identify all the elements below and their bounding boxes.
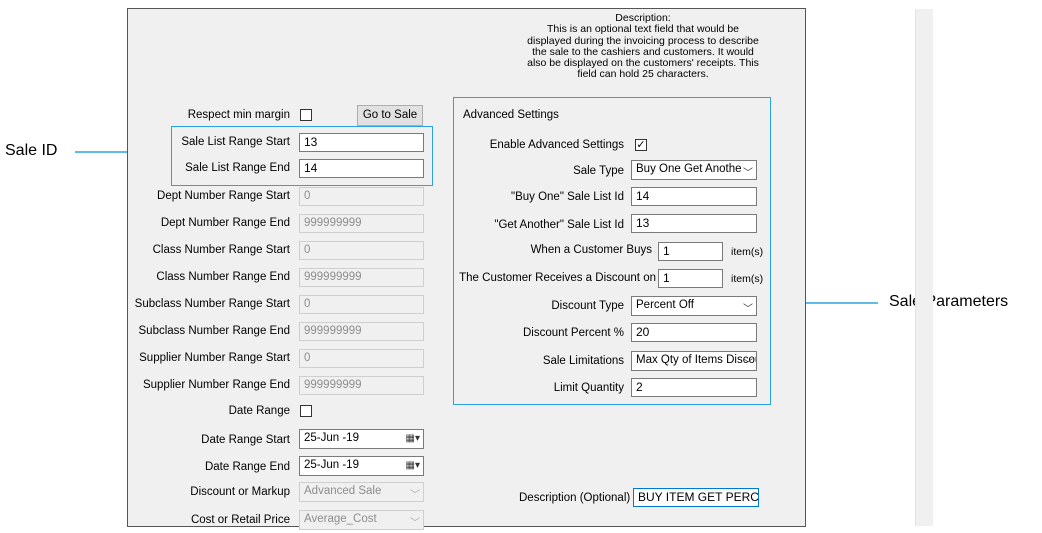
- sale-parameters-highlight: [453, 97, 771, 405]
- respect-min-margin-checkbox[interactable]: [300, 109, 312, 121]
- date-start-label: Date Range Start: [201, 434, 290, 446]
- subclass-start-input[interactable]: 0: [299, 295, 424, 314]
- supplier-end-input[interactable]: 999999999: [299, 376, 424, 395]
- description-input[interactable]: BUY ITEM GET PERCE: [633, 488, 759, 507]
- date-start-picker[interactable]: 25-Jun -19 ▦▾: [299, 429, 424, 449]
- class-start-label: Class Number Range Start: [152, 244, 290, 256]
- subclass-end-input[interactable]: 999999999: [299, 322, 424, 341]
- go-to-sale-button[interactable]: Go to Sale: [357, 105, 423, 126]
- date-end-picker[interactable]: 25-Jun -19 ▦▾: [299, 456, 424, 476]
- chevron-down-icon: ﹀: [410, 490, 420, 501]
- date-range-label: Date Range: [228, 405, 290, 417]
- callout-sale-parameters: Sale Parameters: [889, 293, 1009, 310]
- description-label: Description (Optional): [519, 492, 631, 504]
- dept-end-label: Dept Number Range End: [160, 217, 290, 229]
- sale-settings-panel: Description: This is an optional text fi…: [127, 8, 933, 530]
- cost-or-retail-select[interactable]: Average_Cost ﹀: [299, 510, 424, 530]
- supplier-end-label: Supplier Number Range End: [142, 379, 290, 391]
- class-end-input[interactable]: 999999999: [299, 268, 424, 287]
- supplier-start-label: Supplier Number Range Start: [139, 352, 290, 364]
- class-end-label: Class Number Range End: [156, 271, 290, 283]
- vertical-scrollbar[interactable]: [915, 9, 933, 526]
- date-end-label: Date Range End: [204, 461, 290, 473]
- subclass-start-label: Subclass Number Range Start: [134, 298, 290, 310]
- dept-start-label: Dept Number Range Start: [157, 190, 290, 202]
- cost-or-retail-label: Cost or Retail Price: [190, 514, 290, 526]
- supplier-start-input[interactable]: 0: [299, 349, 424, 368]
- calendar-dropdown-icon[interactable]: ▦▾: [406, 433, 420, 444]
- discount-or-markup-label: Discount or Markup: [190, 486, 290, 498]
- subclass-end-label: Subclass Number Range End: [138, 325, 291, 337]
- respect-min-margin-label: Respect min margin: [187, 109, 290, 121]
- chevron-down-icon: ﹀: [410, 518, 420, 529]
- sale-id-highlight: [171, 126, 433, 186]
- dept-end-input[interactable]: 999999999: [299, 214, 424, 233]
- calendar-dropdown-icon[interactable]: ▦▾: [406, 460, 420, 471]
- callout-sale-id: Sale ID: [5, 142, 58, 159]
- discount-or-markup-select[interactable]: Advanced Sale ﹀: [299, 482, 424, 502]
- description-help-text: Description: This is an optional text fi…: [527, 12, 759, 81]
- dept-start-input[interactable]: 0: [299, 187, 424, 206]
- date-range-checkbox[interactable]: [300, 405, 312, 417]
- class-start-input[interactable]: 0: [299, 241, 424, 260]
